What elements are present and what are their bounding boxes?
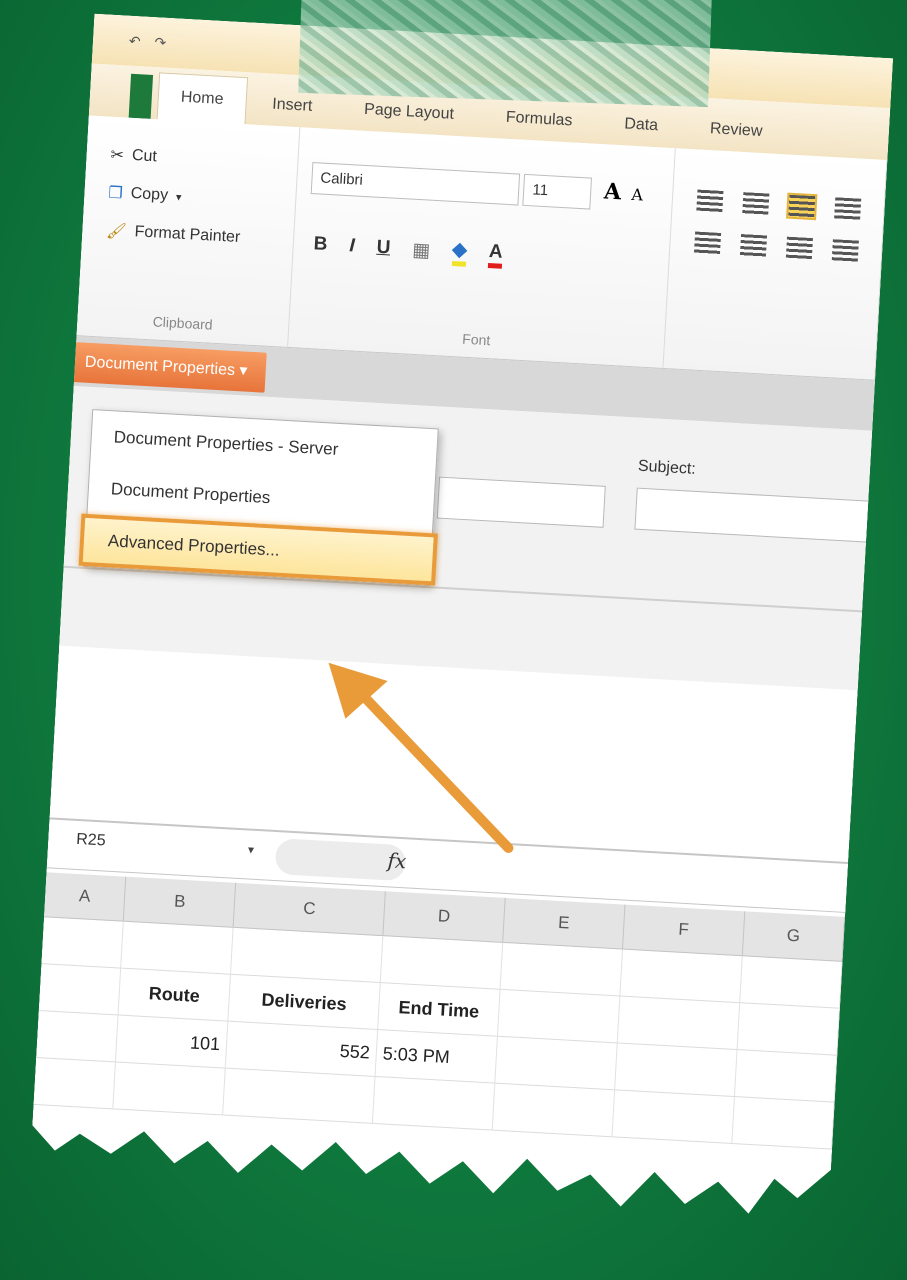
cell-deliveries-header[interactable]: Deliveries	[228, 975, 380, 1029]
cell[interactable]	[613, 1090, 735, 1143]
cut-button[interactable]: ✂ Cut	[110, 145, 284, 175]
column-header-d[interactable]: D	[383, 891, 505, 942]
tape	[298, 0, 712, 108]
cell-end-time-header[interactable]: End Time	[378, 983, 500, 1036]
shrink-font-button[interactable]: A	[631, 185, 644, 205]
redo-icon[interactable]: ↷	[154, 34, 167, 51]
cell-route[interactable]: 101	[116, 1016, 228, 1068]
alignment-group	[664, 148, 888, 379]
document-properties-button[interactable]: Document Properties ▾	[54, 341, 267, 393]
chevron-down-icon[interactable]: ▾	[176, 190, 182, 203]
column-header-b[interactable]: B	[124, 877, 236, 927]
document-properties-button-label: Document Properties	[84, 353, 236, 380]
scissors-icon: ✂	[110, 146, 125, 165]
cell[interactable]	[618, 997, 740, 1050]
ribbon: ✂ Cut ❐ Copy ▾ 🖌 Format Painter Clipboar…	[76, 115, 887, 380]
cell[interactable]	[231, 928, 383, 982]
font-name-select[interactable]: Calibri	[310, 162, 519, 206]
cell[interactable]	[740, 956, 842, 1008]
cell[interactable]	[41, 917, 123, 967]
align-bottom-icon[interactable]	[788, 195, 815, 218]
cell[interactable]	[735, 1050, 837, 1102]
cell[interactable]	[501, 943, 623, 996]
italic-button[interactable]: I	[349, 235, 356, 257]
excel-screenshot-card: ↶ ↷ Home Insert Page Layout Formulas Dat…	[27, 14, 893, 1267]
author-field[interactable]	[437, 477, 606, 528]
cell[interactable]	[493, 1084, 615, 1137]
column-header-c[interactable]: C	[234, 883, 386, 935]
copy-icon: ❐	[107, 184, 124, 203]
chevron-down-icon[interactable]: ▾	[248, 843, 255, 857]
cell[interactable]	[732, 1097, 834, 1149]
cell[interactable]	[615, 1043, 737, 1096]
indent-icon[interactable]	[832, 239, 859, 262]
cell[interactable]	[373, 1077, 495, 1130]
cell[interactable]	[498, 990, 620, 1043]
subject-label: Subject:	[637, 457, 697, 478]
font-format-row: B I U ▦ ◆ A	[307, 230, 655, 277]
panel-divider	[63, 566, 862, 613]
paintbrush-icon: 🖌	[105, 222, 128, 241]
quick-access-toolbar: ↶ ↷	[128, 32, 176, 52]
align-center-icon[interactable]	[740, 234, 767, 257]
tab-data[interactable]: Data	[597, 114, 684, 149]
cell[interactable]	[495, 1037, 617, 1090]
cell[interactable]	[113, 1062, 225, 1114]
align-top-icon[interactable]	[696, 190, 723, 213]
cell[interactable]	[36, 1011, 118, 1061]
format-painter-button[interactable]: 🖌 Format Painter	[106, 221, 280, 251]
font-group: Calibri 11 A A B I U ▦ ◆ A Font	[288, 127, 676, 368]
format-painter-label: Format Painter	[134, 223, 241, 247]
align-left-icon[interactable]	[694, 232, 721, 255]
align-middle-icon[interactable]	[742, 192, 769, 215]
undo-icon[interactable]: ↶	[129, 32, 142, 49]
column-header-f[interactable]: F	[623, 905, 745, 956]
document-properties-menu: Document Properties - Server Document Pr…	[83, 409, 438, 586]
clipboard-group-label: Clipboard	[152, 313, 214, 333]
spreadsheet-grid: A B C D E F G Route Deliveries End Time	[33, 872, 845, 1149]
underline-button[interactable]: U	[376, 237, 391, 260]
tab-home[interactable]: Home	[157, 72, 248, 124]
cell[interactable]	[121, 922, 233, 974]
cell[interactable]	[381, 936, 503, 989]
column-header-g[interactable]: G	[743, 911, 845, 961]
grow-font-button[interactable]: A	[603, 178, 622, 205]
pointer-arrow-icon	[308, 657, 538, 859]
fill-color-icon[interactable]: ◆	[451, 238, 467, 267]
align-right-icon[interactable]	[786, 237, 813, 260]
clipboard-group: ✂ Cut ❐ Copy ▾ 🖌 Format Painter Clipboar…	[76, 115, 300, 346]
cell[interactable]	[738, 1003, 840, 1055]
cut-label: Cut	[131, 146, 158, 166]
column-header-e[interactable]: E	[503, 898, 625, 949]
file-tab[interactable]	[129, 74, 153, 119]
orientation-icon[interactable]	[834, 197, 861, 220]
cell[interactable]	[39, 964, 121, 1014]
column-header-a[interactable]: A	[44, 872, 127, 920]
font-color-icon[interactable]: A	[488, 241, 503, 269]
cell-route-header[interactable]: Route	[119, 969, 231, 1021]
copy-label: Copy	[130, 184, 169, 204]
name-box[interactable]: R25	[76, 831, 106, 851]
copy-button[interactable]: ❐ Copy ▾	[108, 183, 282, 213]
subject-field[interactable]	[634, 488, 878, 543]
cell-deliveries[interactable]: 552	[226, 1022, 378, 1076]
cell[interactable]	[620, 950, 742, 1003]
font-size-select[interactable]: 11	[523, 174, 593, 210]
cell[interactable]	[223, 1069, 375, 1123]
borders-icon[interactable]: ▦	[412, 238, 431, 262]
cell-end-time[interactable]: 5:03 PM	[376, 1030, 498, 1083]
chevron-down-icon: ▾	[238, 362, 248, 380]
bold-button[interactable]: B	[313, 233, 328, 256]
cell[interactable]	[33, 1058, 115, 1108]
